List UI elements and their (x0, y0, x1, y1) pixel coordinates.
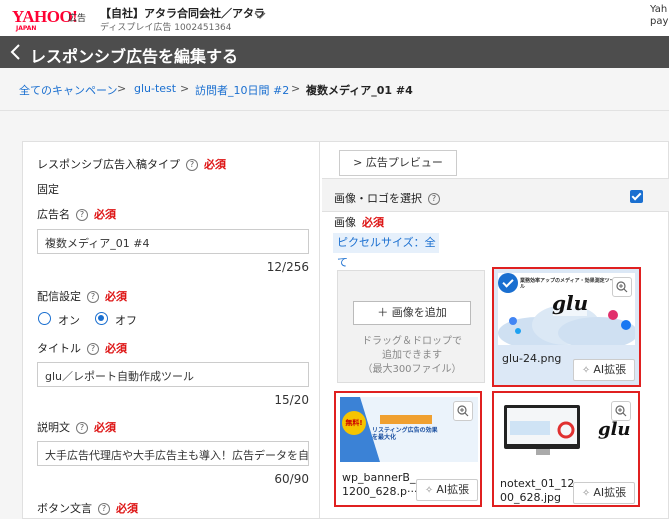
zoom-icon[interactable] (612, 277, 632, 297)
title-label: タイトル? 必須 (37, 342, 127, 355)
type-label: レスポンシブ広告入稿タイプ? 必須 (37, 158, 226, 171)
breadcrumb-adgroup[interactable]: 訪問者_10日間 #2 (195, 82, 289, 98)
image-logo-select-label: 画像・ロゴを選択 (334, 192, 422, 205)
name-label: 広告名? 必須 (37, 208, 116, 221)
drop-hint-line1: ドラッグ＆ドロップで (362, 336, 462, 347)
zoom-icon[interactable] (611, 401, 631, 421)
breadcrumb: 全てのキャンペーン > glu-test > 訪問者_10日間 #2 > 複数メ… (0, 68, 669, 111)
image-logo-select-header: 画像・ロゴを選択? (322, 178, 669, 212)
breadcrumb-all-campaigns[interactable]: 全てのキャンペーン (19, 82, 117, 98)
account-name[interactable]: 【自社】アタラ合同会社／アタラ (100, 5, 265, 21)
pixel-size-filter[interactable]: ピクセルサイズ：全て (333, 233, 439, 269)
required-badge: 必須 (204, 158, 226, 171)
sparkle-icon: ✧ (424, 485, 437, 496)
description-char-counter: 60/90 (274, 472, 309, 486)
drop-hint-line3: （最大300ファイル） (362, 364, 462, 375)
help-icon[interactable]: ? (76, 209, 88, 221)
title-input[interactable]: glu／レポート自動作成ツール (37, 362, 309, 387)
delivery-off-label[interactable]: オフ (115, 312, 137, 328)
ai-expand-button[interactable]: ✧ AI拡張 (573, 359, 635, 381)
button-text-label: ボタン文言? 必須 (37, 502, 138, 515)
required-badge: 必須 (105, 290, 127, 303)
yahoo-logo-sub: JAPAN (16, 25, 37, 32)
sparkle-icon: ✧ (581, 488, 594, 499)
thumbnail-caption: 業務効率アップのメディア・効果測定ツール (520, 278, 615, 290)
delivery-on-label[interactable]: オン (58, 312, 80, 328)
type-value: 固定 (37, 183, 59, 196)
account-id: ディスプレイ広告 1002451364 (100, 23, 232, 33)
breadcrumb-separator: > (291, 82, 301, 95)
delivery-off-radio[interactable] (95, 312, 108, 325)
breadcrumb-separator: > (180, 82, 190, 95)
breadcrumb-campaign[interactable]: glu-test (134, 82, 176, 95)
required-badge: 必須 (105, 342, 127, 355)
image-filename: glu-24.png (502, 352, 562, 365)
help-icon[interactable]: ? (428, 193, 440, 205)
page-title-bar: レスポンシブ広告を編集する (0, 36, 669, 68)
zoom-icon[interactable] (453, 401, 473, 421)
delivery-on-radio[interactable] (38, 312, 51, 325)
required-badge: 必須 (362, 216, 384, 229)
drop-hint-line2: 追加できます (382, 350, 442, 361)
top-header: YAHOO! JAPAN 広告 【自社】アタラ合同会社／アタラ ディスプレイ広告… (0, 0, 669, 36)
help-icon[interactable]: ? (186, 159, 198, 171)
title-char-counter: 15/20 (274, 393, 309, 407)
image-card[interactable]: glu notext_01_12 00_628.jpg ✧ AI拡張 (492, 391, 640, 507)
image-select-checkbox[interactable] (630, 190, 643, 203)
image-label: 画像 必須 (334, 216, 384, 229)
delivery-label: 配信設定? 必須 (37, 290, 127, 303)
selected-check-icon[interactable] (498, 273, 518, 293)
breadcrumb-separator: > (117, 82, 127, 95)
glu-logo: glu (598, 419, 631, 440)
required-badge: 必須 (94, 421, 116, 434)
image-filename: wp_bannerB_ 1200_628.p··· (342, 471, 418, 498)
glu-logo: glu (552, 291, 589, 315)
image-filename: notext_01_12 00_628.jpg (500, 477, 575, 504)
thumbnail-caption: リスティング広告の効果を最大化 (372, 427, 438, 441)
breadcrumb-current: 複数メディア_01 #4 (306, 84, 413, 97)
image-dropzone[interactable]: ＋ 画像を追加 ドラッグ＆ドロップで 追加できます （最大300ファイル） (337, 270, 485, 383)
free-badge: 無料! (342, 411, 366, 435)
help-icon[interactable]: ? (98, 503, 110, 515)
description-label: 説明文? 必須 (37, 421, 116, 434)
sparkle-icon: ✧ (581, 365, 594, 376)
ad-name-input[interactable]: 複数メディア_01 #4 (37, 229, 309, 254)
logo-ad-label: 広告 (68, 14, 87, 24)
image-card[interactable]: 無料! リスティング広告の効果を最大化 wp_bannerB_ 1200_628… (334, 391, 482, 507)
help-icon[interactable]: ? (87, 291, 99, 303)
help-icon[interactable]: ? (87, 343, 99, 355)
image-card[interactable]: glu 業務効率アップのメディア・効果測定ツール glu-24.png ✧ AI… (492, 267, 641, 387)
chevron-down-icon[interactable] (253, 8, 267, 22)
help-icon[interactable]: ? (76, 422, 88, 434)
required-badge: 必須 (94, 208, 116, 221)
add-image-button[interactable]: ＋ 画像を追加 (353, 301, 471, 325)
page-title: レスポンシブ広告を編集する (30, 47, 239, 66)
ai-expand-button[interactable]: ✧ AI拡張 (573, 482, 635, 504)
description-input[interactable]: 大手広告代理店や大手広告主も導入！広告データを自動で (37, 441, 309, 466)
name-char-counter: 12/256 (266, 260, 309, 274)
user-menu[interactable]: Yah pay (650, 4, 669, 28)
ad-preview-button[interactable]: > 広告プレビュー (339, 150, 457, 176)
ai-expand-button[interactable]: ✧ AI拡張 (416, 479, 478, 501)
required-badge: 必須 (116, 502, 138, 515)
back-chevron-icon[interactable] (9, 43, 23, 61)
